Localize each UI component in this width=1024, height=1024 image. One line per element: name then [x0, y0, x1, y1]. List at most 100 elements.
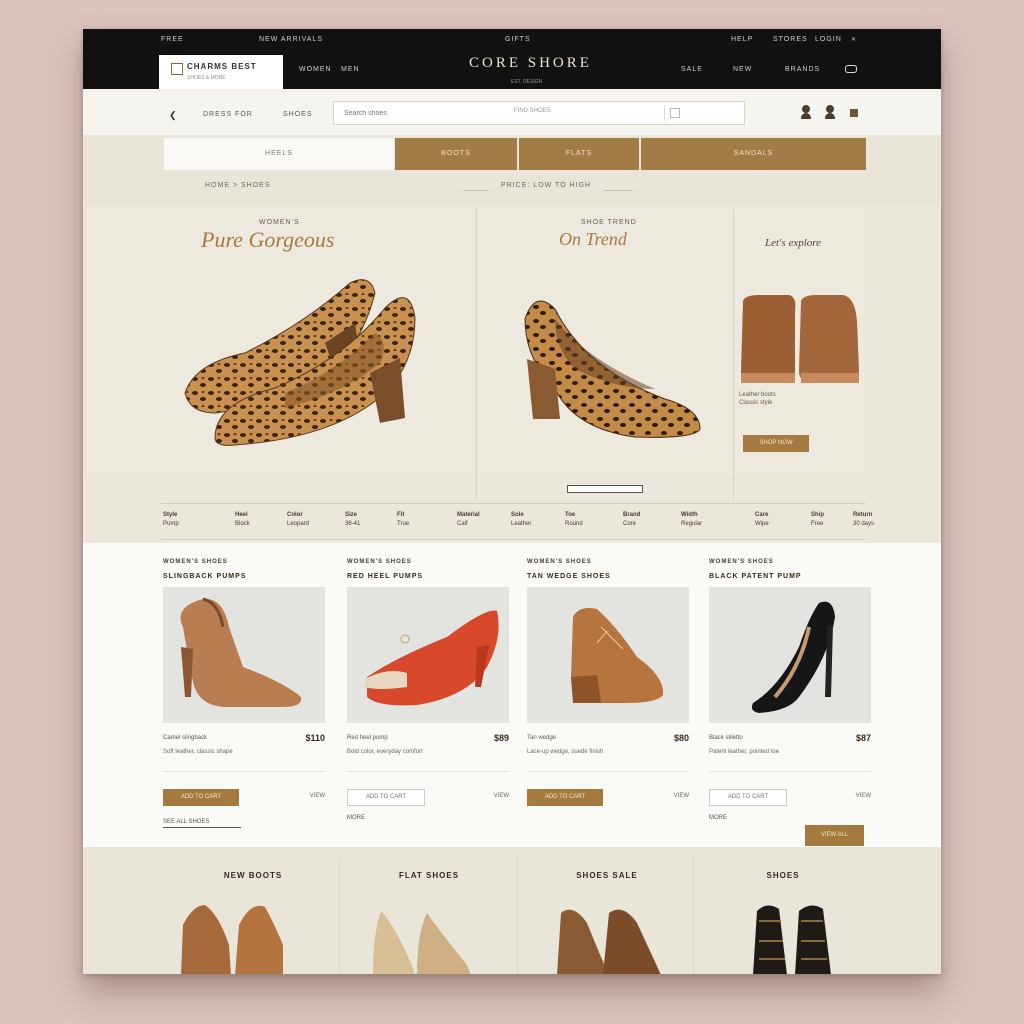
product-image[interactable] — [709, 587, 871, 723]
category-tile[interactable]: NEW BOOTS — [165, 847, 341, 974]
product-card[interactable]: WOMEN'S SHOES BLACK PATENT PUMP Black st… — [709, 543, 877, 843]
feature-title: Material — [457, 512, 480, 518]
product-subtitle: BLACK PATENT PUMP — [709, 573, 802, 580]
gifts-link[interactable]: GIFTS — [505, 36, 531, 43]
store-page: FREE NEW ARRIVALS GIFTS HELP STORES LOGI… — [83, 29, 941, 974]
leopard-pumps-image[interactable] — [175, 263, 425, 453]
logo[interactable]: CHARMS BEST SHOES & MORE — [159, 55, 283, 89]
brown-boots-image[interactable] — [739, 291, 863, 387]
close-icon[interactable]: ✕ — [851, 36, 857, 43]
view-link[interactable]: VIEW — [310, 793, 325, 799]
product-price: $80 — [673, 733, 689, 743]
nav-brands[interactable]: BRANDS — [785, 66, 820, 73]
hero-slider[interactable] — [567, 485, 643, 493]
add-to-cart-button[interactable]: ADD TO CART — [163, 789, 239, 806]
see-all-link[interactable]: SEE ALL SHOES — [163, 819, 209, 825]
view-all-button[interactable]: VIEW ALL — [805, 825, 864, 846]
feature-item: Fit True — [397, 511, 409, 529]
category-label: SHOES SALE — [576, 871, 638, 880]
product-image[interactable] — [347, 587, 509, 723]
feature-value: Wipe — [755, 521, 769, 527]
add-to-cart-button[interactable]: ADD TO CART — [527, 789, 603, 806]
search-row: ❮ DRESS FOR SHOES FIND SHOES — [83, 91, 941, 136]
feature-item: Style Pump — [163, 511, 179, 529]
nav-sale[interactable]: SALE — [681, 66, 703, 73]
feature-title: Brand — [623, 512, 641, 518]
boots-text-line: Leather boots — [739, 392, 776, 398]
feature-title: Size — [345, 512, 358, 518]
filter-dress[interactable]: DRESS FOR — [203, 111, 253, 118]
nav-new[interactable]: NEW — [733, 66, 752, 73]
product-name[interactable]: Tan wedge — [527, 735, 556, 741]
tab-sandals[interactable]: SANDALS — [641, 138, 866, 170]
nav-men[interactable]: MEN — [341, 66, 360, 73]
product-subtitle: SLINGBACK PUMPS — [163, 573, 247, 580]
category-image — [557, 909, 661, 974]
feature-item: Material Calf — [457, 511, 480, 529]
crumb-underline — [463, 190, 489, 191]
brand-name[interactable]: CORE SHORE — [469, 55, 592, 72]
boots-text-line: Classic style — [739, 400, 773, 406]
search-input[interactable] — [342, 106, 646, 120]
product-name[interactable]: Red heel pump — [347, 735, 388, 741]
product-card[interactable]: WOMEN'S SHOES SLINGBACK PUMPS Camel slin… — [163, 543, 331, 843]
camera-icon[interactable] — [670, 108, 680, 118]
add-to-cart-button[interactable]: ADD TO CART — [709, 789, 787, 806]
category-tile[interactable]: SHOES SALE — [519, 847, 695, 974]
product-card[interactable]: WOMEN'S SHOES TAN WEDGE SHOES Tan wedge … — [527, 543, 695, 843]
add-to-cart-button[interactable]: ADD TO CART — [347, 789, 425, 806]
help-link[interactable]: HELP — [731, 36, 753, 43]
product-name[interactable]: Camel slingback — [163, 735, 207, 741]
view-link[interactable]: VIEW — [674, 793, 689, 799]
more-link[interactable]: MORE — [709, 815, 727, 821]
view-link[interactable]: VIEW — [494, 793, 509, 799]
product-name[interactable]: Black stiletto — [709, 735, 743, 741]
divider — [709, 771, 871, 772]
bag-icon[interactable] — [850, 109, 858, 117]
product-price: $110 — [305, 733, 325, 743]
product-category: WOMEN'S SHOES — [709, 559, 774, 565]
product-image[interactable] — [527, 587, 689, 723]
product-category: WOMEN'S SHOES — [347, 559, 412, 565]
filter-shoes[interactable]: SHOES — [283, 111, 313, 118]
product-description: Lace-up wedge, suede finish — [527, 749, 604, 755]
wishlist-icon[interactable] — [825, 105, 835, 119]
product-grid: WOMEN'S SHOES SLINGBACK PUMPS Camel slin… — [83, 543, 941, 847]
divider — [339, 857, 340, 974]
promo-link[interactable]: FREE — [161, 36, 184, 43]
feature-title: Fit — [397, 512, 405, 518]
product-subtitle: RED HEEL PUMPS — [347, 573, 424, 580]
feature-value: True — [397, 521, 410, 527]
tab-flats[interactable]: FLATS — [519, 138, 639, 170]
product-category: WOMEN'S SHOES — [527, 559, 592, 565]
feature-title: Sole — [511, 512, 524, 518]
tab-heels[interactable]: HEELS — [164, 138, 394, 170]
category-tile[interactable]: SHOES — [695, 847, 871, 974]
product-description: Patent leather, pointed toe — [709, 749, 780, 755]
view-link[interactable]: VIEW — [856, 793, 871, 799]
tab-boots[interactable]: BOOTS — [395, 138, 517, 170]
sort-select[interactable]: PRICE: LOW TO HIGH — [501, 182, 591, 189]
breadcrumb[interactable]: HOME > SHOES — [205, 182, 270, 189]
chevron-left-icon[interactable]: ❮ — [169, 110, 177, 121]
user-icon[interactable] — [801, 105, 811, 119]
product-image[interactable] — [163, 587, 325, 723]
feature-value: Block — [235, 521, 250, 527]
cart-icon[interactable] — [845, 65, 857, 73]
login-link[interactable]: LOGIN — [815, 36, 842, 43]
category-tile[interactable]: FLAT SHOES — [341, 847, 517, 974]
new-arrivals-link[interactable]: NEW ARRIVALS — [259, 36, 323, 43]
feature-value: Core — [623, 521, 637, 527]
product-card[interactable]: WOMEN'S SHOES RED HEEL PUMPS Red heel pu… — [347, 543, 515, 843]
feature-value: Free — [811, 521, 824, 527]
stores-link[interactable]: STORES — [773, 36, 808, 43]
boots-shop-button[interactable]: SHOP NOW — [743, 435, 809, 452]
feature-value: Calf — [457, 521, 468, 527]
product-price: $87 — [855, 733, 871, 743]
more-link[interactable]: MORE — [347, 815, 365, 821]
feature-item: Toe Round — [565, 511, 583, 529]
category-label: FLAT SHOES — [398, 871, 460, 880]
product-description: Bold color, everyday comfort — [347, 749, 423, 755]
leopard-pump-image[interactable] — [515, 289, 705, 449]
nav-women[interactable]: WOMEN — [299, 66, 332, 73]
